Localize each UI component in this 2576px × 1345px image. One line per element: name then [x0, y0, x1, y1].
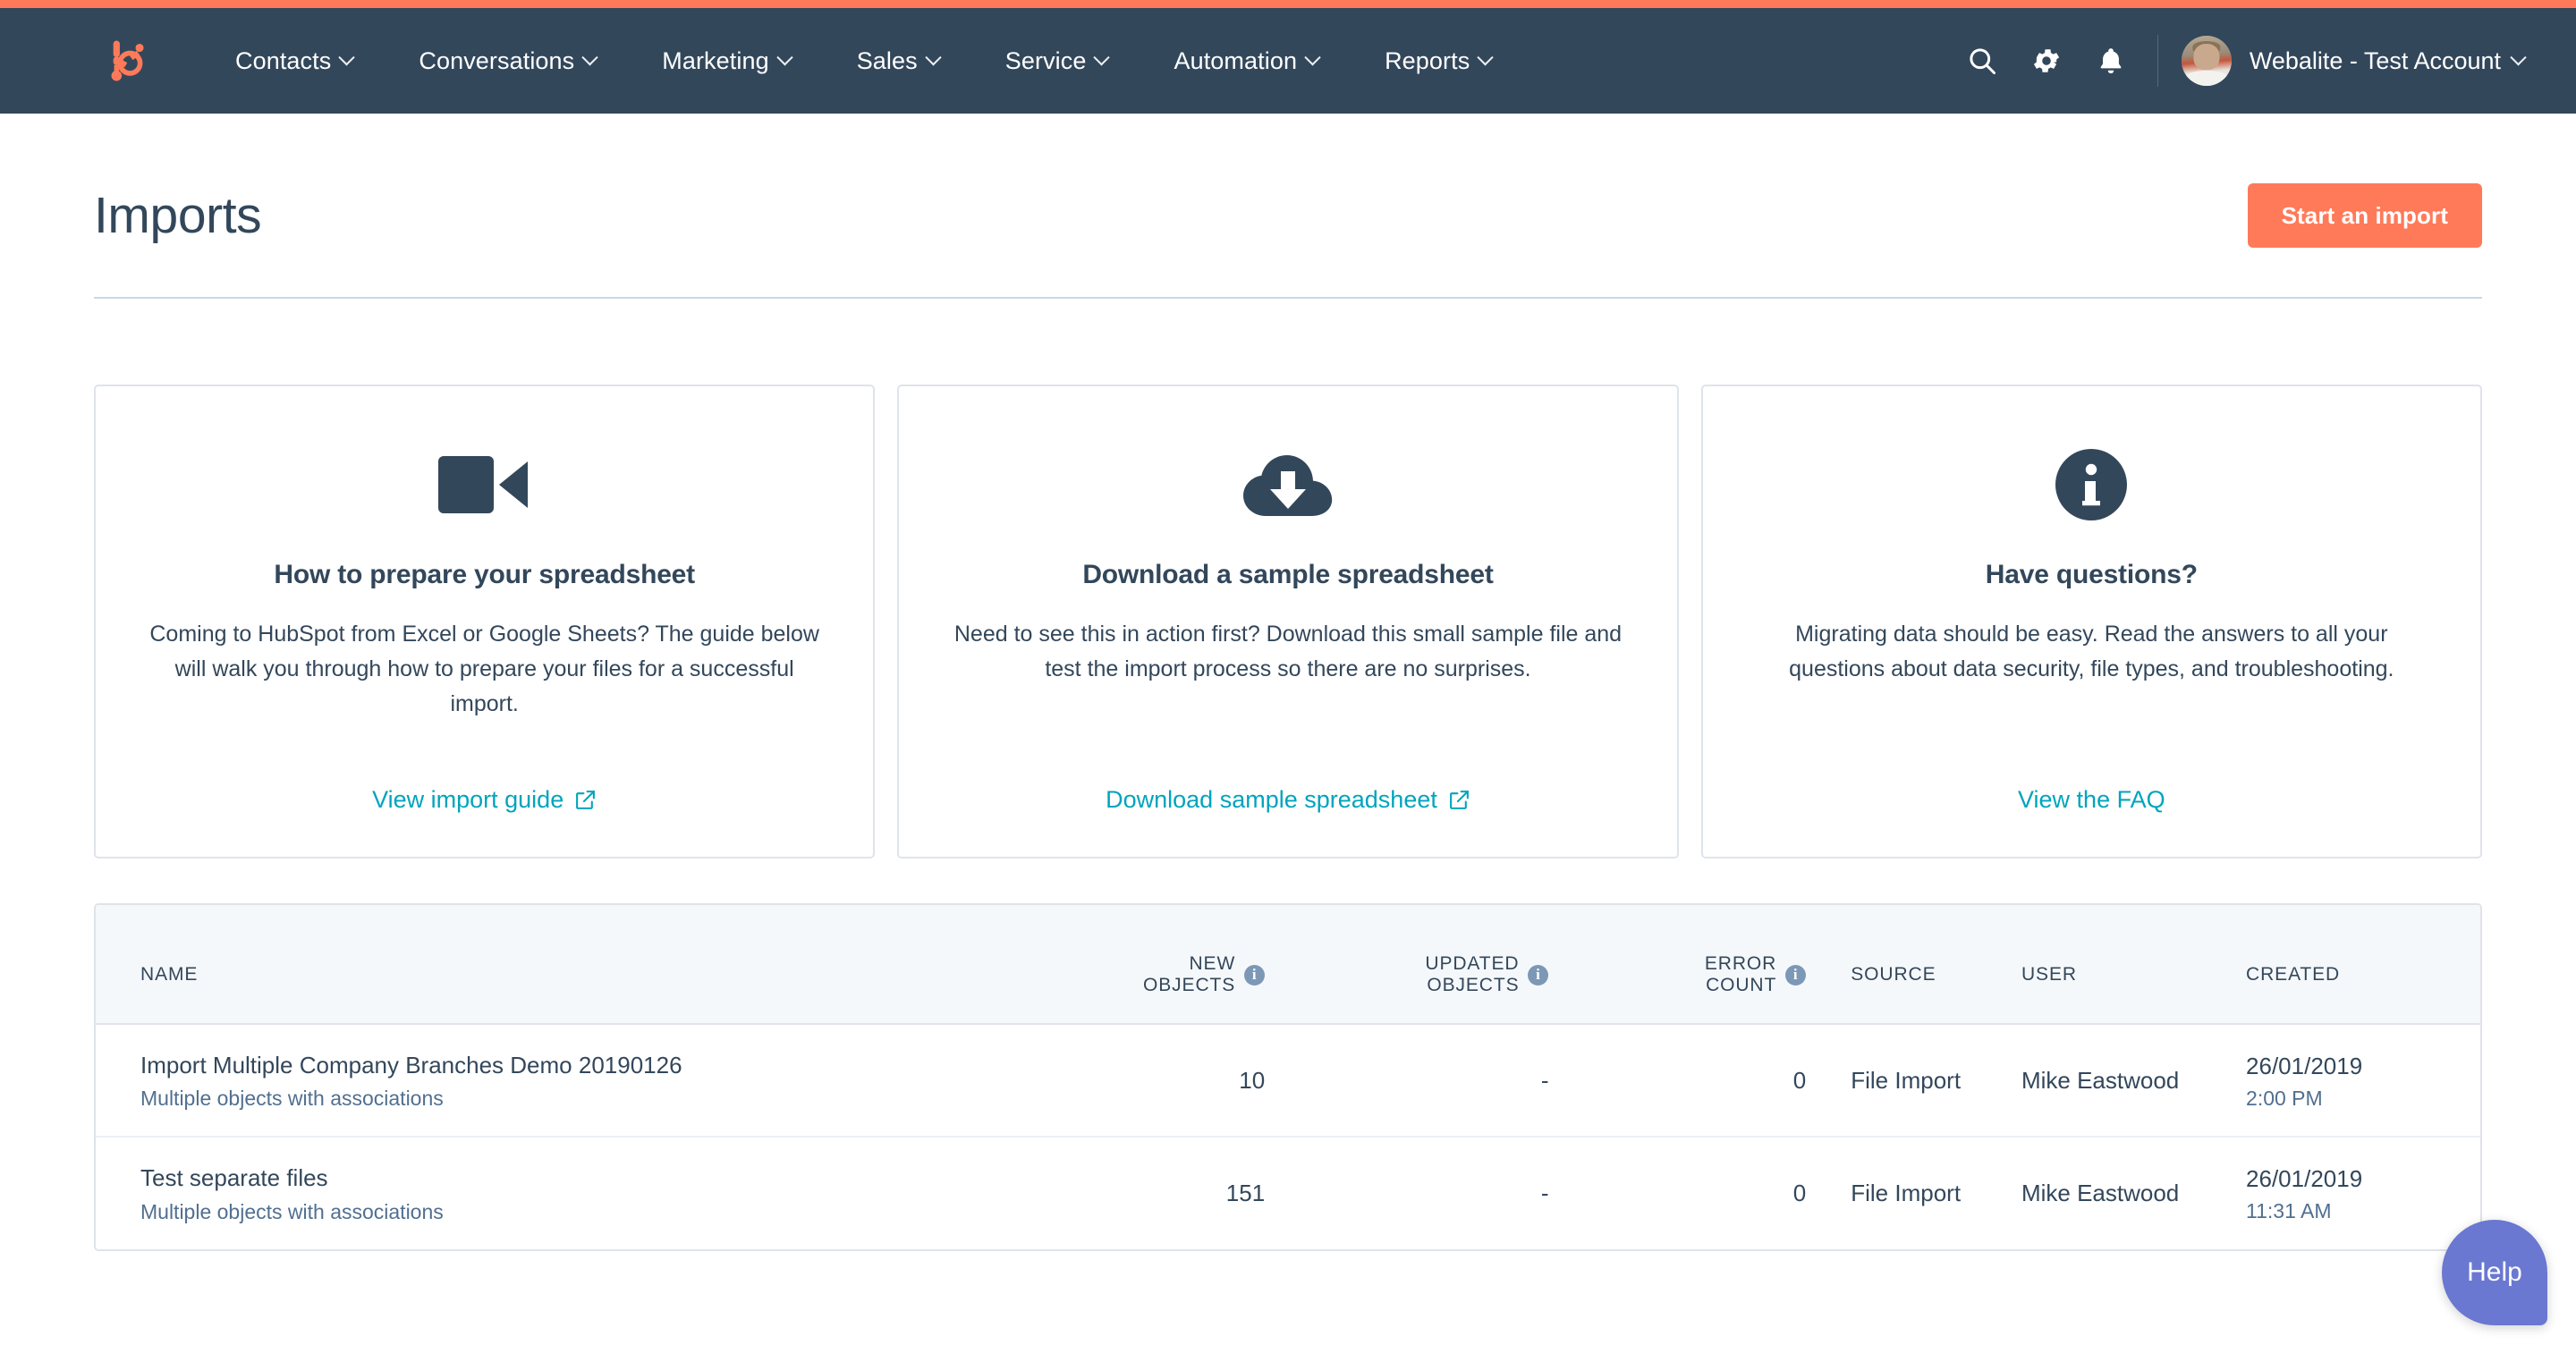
account-name-label: Webalite - Test Account	[2249, 47, 2501, 74]
nav-item-label: Sales	[856, 47, 918, 74]
nav-item-label: Service	[1004, 47, 1087, 74]
card-have-questions: Have questions? Migrating data should be…	[1700, 385, 2482, 859]
card-body: Migrating data should be easy. Read the …	[1789, 622, 2394, 681]
help-button[interactable]: Help	[2442, 1220, 2547, 1325]
nav-item-automation[interactable]: Automation	[1140, 47, 1352, 75]
nav-item-reports[interactable]: Reports	[1352, 47, 1524, 75]
chevron-down-icon	[2510, 48, 2527, 65]
external-link-icon	[1449, 791, 1469, 809]
search-icon[interactable]	[1950, 29, 2014, 93]
page-header: Imports Start an import	[94, 114, 2482, 248]
chevron-down-icon	[338, 48, 356, 65]
cell-updated-objects: -	[1540, 1179, 1549, 1206]
bell-icon[interactable]	[2079, 29, 2143, 93]
page-title: Imports	[94, 186, 262, 244]
nav-item-sales[interactable]: Sales	[824, 47, 972, 75]
chevron-down-icon	[1093, 48, 1111, 65]
column-header-updated-objects[interactable]: UPDATED OBJECTS i	[1281, 905, 1565, 1025]
table-header-row: NAME NEW OBJECTS i UPDATED OBJECTS i ERR…	[96, 905, 2480, 1025]
chevron-down-icon	[925, 48, 942, 65]
cell-name: Test separate files Multiple objects wit…	[96, 1137, 997, 1248]
cell-created: 26/01/2019 2:00 PM	[2230, 1024, 2480, 1138]
card-link-label: View the FAQ	[2018, 786, 2165, 813]
nav-item-marketing[interactable]: Marketing	[629, 47, 823, 75]
chevron-down-icon	[776, 48, 793, 65]
column-header-source[interactable]: SOURCE	[1822, 905, 2005, 1025]
header-divider	[94, 297, 2482, 299]
cell-source: File Import	[1851, 1179, 1962, 1206]
column-header-new-objects[interactable]: NEW OBJECTS i	[997, 905, 1282, 1025]
info-icon[interactable]: i	[1785, 964, 1807, 985]
chevron-down-icon	[1304, 48, 1321, 65]
nav-item-label: Conversations	[419, 47, 575, 74]
import-name[interactable]: Test separate files	[140, 1163, 981, 1193]
nav-item-service[interactable]: Service	[972, 47, 1141, 75]
import-name[interactable]: Import Multiple Company Branches Demo 20…	[140, 1050, 981, 1080]
info-cards: How to prepare your spreadsheet Coming t…	[94, 385, 2482, 859]
nav-item-conversations[interactable]: Conversations	[386, 47, 629, 75]
view-faq-link[interactable]: View the FAQ	[2018, 752, 2165, 814]
table-row[interactable]: Import Multiple Company Branches Demo 20…	[96, 1024, 2480, 1138]
account-menu[interactable]: Webalite - Test Account	[2249, 47, 2527, 75]
nav-right-actions: Webalite - Test Account	[1950, 29, 2527, 93]
nav-divider	[2157, 35, 2158, 87]
cell-source: File Import	[1822, 1024, 2005, 1138]
created-date: 26/01/2019	[2246, 1164, 2363, 1192]
top-accent-strip	[0, 0, 2576, 8]
info-icon[interactable]: i	[1528, 964, 1549, 985]
created-time: 2:00 PM	[2246, 1086, 2323, 1110]
nav-item-label: Reports	[1385, 47, 1470, 74]
import-subtitle[interactable]: Multiple objects with associations	[140, 1087, 981, 1111]
imports-table: NAME NEW OBJECTS i UPDATED OBJECTS i ERR…	[94, 903, 2482, 1251]
card-prepare-spreadsheet: How to prepare your spreadsheet Coming t…	[94, 385, 876, 859]
chevron-down-icon	[581, 48, 598, 65]
hubspot-logo[interactable]	[98, 35, 150, 87]
avatar[interactable]	[2181, 36, 2232, 86]
nav-menu: Contacts Conversations Marketing Sales S…	[202, 47, 1950, 75]
nav-item-contacts[interactable]: Contacts	[202, 47, 386, 75]
card-body: Need to see this in action first? Downlo…	[953, 622, 1623, 681]
cell-error-count: 0	[1792, 1179, 1807, 1206]
gear-icon[interactable]	[2014, 29, 2079, 93]
card-title: How to prepare your spreadsheet	[274, 560, 695, 589]
cloud-download-icon	[1241, 431, 1335, 538]
column-header-created[interactable]: CREATED	[2230, 905, 2480, 1025]
chevron-down-icon	[1477, 48, 1495, 65]
cell-error-count: 0	[1564, 1024, 1823, 1138]
card-link-label: View import guide	[372, 786, 564, 813]
page-content: Imports Start an import How to prepare y…	[0, 114, 2576, 1251]
nav-item-label: Marketing	[662, 47, 769, 74]
cell-created: 26/01/2019 11:31 AM	[2230, 1137, 2480, 1248]
cell-new-objects: 10	[997, 1024, 1282, 1138]
nav-item-label: Automation	[1174, 47, 1298, 74]
download-sample-spreadsheet-link[interactable]: Download sample spreadsheet	[1106, 752, 1470, 814]
cell-new-objects: 151	[1225, 1179, 1266, 1206]
column-header-name[interactable]: NAME	[96, 905, 998, 1025]
card-title: Have questions?	[1985, 560, 2198, 589]
card-title: Download a sample spreadsheet	[1082, 560, 1494, 589]
import-subtitle[interactable]: Multiple objects with associations	[140, 1200, 981, 1224]
start-import-button[interactable]: Start an import	[2247, 183, 2482, 248]
view-import-guide-link[interactable]: View import guide	[372, 752, 597, 814]
card-body: Coming to HubSpot from Excel or Google S…	[149, 622, 819, 716]
column-header-error-count[interactable]: ERROR COUNT i	[1564, 905, 1823, 1025]
cell-user: Mike Eastwood	[2004, 1024, 2231, 1138]
created-date: 26/01/2019	[2246, 1052, 2363, 1079]
card-link-label: Download sample spreadsheet	[1106, 786, 1437, 813]
nav-item-label: Contacts	[235, 47, 332, 74]
created-time: 11:31 AM	[2246, 1199, 2332, 1223]
column-header-user[interactable]: USER	[2004, 905, 2231, 1025]
cell-user: Mike Eastwood	[2021, 1179, 2180, 1206]
info-icon[interactable]: i	[1244, 964, 1266, 985]
video-camera-icon	[437, 431, 531, 538]
card-download-sample: Download a sample spreadsheet Need to se…	[897, 385, 1679, 859]
external-link-icon	[576, 791, 596, 809]
cell-updated-objects: -	[1281, 1024, 1565, 1138]
top-navigation-bar: Contacts Conversations Marketing Sales S…	[0, 8, 2576, 114]
cell-name: Import Multiple Company Branches Demo 20…	[96, 1024, 998, 1138]
table-row[interactable]: Test separate files Multiple objects wit…	[96, 1137, 2480, 1248]
info-circle-icon	[2055, 431, 2128, 538]
